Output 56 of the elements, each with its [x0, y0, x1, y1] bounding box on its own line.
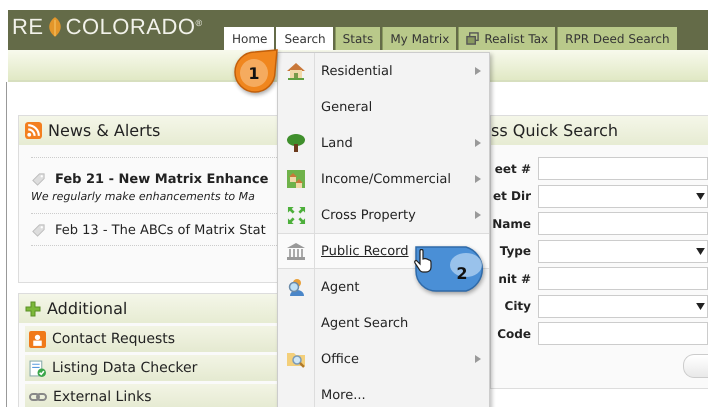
menu-item[interactable]: General [278, 89, 489, 125]
dropdown-field[interactable] [538, 294, 708, 318]
buildings-icon [286, 169, 306, 189]
dropdown-field[interactable] [538, 240, 708, 263]
arrows-icon [286, 206, 306, 224]
field-label: Name [491, 216, 531, 231]
news-link[interactable]: Feb 13 - The ABCs of Matrix Stat [55, 223, 266, 238]
menu-item[interactable]: More... [278, 377, 489, 407]
nav-tab[interactable]: Realist Tax [458, 27, 556, 50]
caret-icon [696, 302, 705, 310]
menu-item[interactable]: Income/Commercial [278, 161, 489, 197]
field-label: Code [496, 326, 531, 341]
plus-icon [25, 300, 41, 316]
link-icon [29, 392, 47, 402]
news-summary: We regularly make enhancements to Ma [31, 190, 256, 203]
additional-item[interactable]: Listing Data Checker [25, 355, 277, 381]
input-field[interactable] [538, 157, 708, 180]
news-link[interactable]: Feb 21 - New Matrix Enhance [55, 172, 268, 187]
hand-cursor-icon [414, 249, 432, 273]
input-field[interactable] [538, 212, 708, 236]
menu-item[interactable]: Office [278, 341, 489, 377]
input-field[interactable] [538, 322, 708, 346]
agent-icon [286, 277, 306, 297]
panel-title: News & Alerts [48, 121, 160, 140]
tag-icon [31, 223, 46, 238]
windows-icon [466, 32, 480, 45]
tag-icon [31, 172, 46, 187]
caret-icon [696, 192, 705, 200]
field-label: Type [498, 244, 531, 258]
menu-item[interactable]: Residential [278, 53, 489, 89]
house-icon [286, 62, 306, 80]
nav-tab[interactable]: Stats [334, 27, 380, 50]
panel-title: Additional [47, 299, 128, 318]
menu-item[interactable]: Land [278, 125, 489, 161]
dropdown-field[interactable] [538, 184, 708, 208]
additional-item[interactable]: Contact Requests [25, 326, 277, 352]
logo[interactable]: RE COLORADO$^{®}$ [8, 10, 224, 40]
tree-icon [286, 133, 306, 153]
caret-icon [696, 248, 705, 255]
field-label: eet # [494, 162, 531, 176]
field-label: et Dir [492, 189, 531, 204]
panel-title: ss Quick Search [491, 121, 618, 140]
checklist-icon [29, 360, 46, 376]
nav-tab[interactable]: Home [224, 27, 274, 50]
additional-item[interactable]: External Links [25, 384, 277, 407]
input-field[interactable] [538, 267, 708, 290]
bank-icon [286, 242, 306, 260]
rss-icon [25, 122, 42, 139]
nav-tab[interactable]: My Matrix [382, 27, 456, 50]
nav-tab[interactable]: Search [276, 27, 333, 50]
field-label: nit # [497, 272, 531, 286]
search-button[interactable] [683, 354, 708, 378]
contact-icon [29, 330, 46, 348]
field-label: City [504, 299, 531, 314]
menu-item[interactable]: Agent Search [278, 305, 489, 341]
nav-tab[interactable]: RPR Deed Search [557, 27, 677, 50]
